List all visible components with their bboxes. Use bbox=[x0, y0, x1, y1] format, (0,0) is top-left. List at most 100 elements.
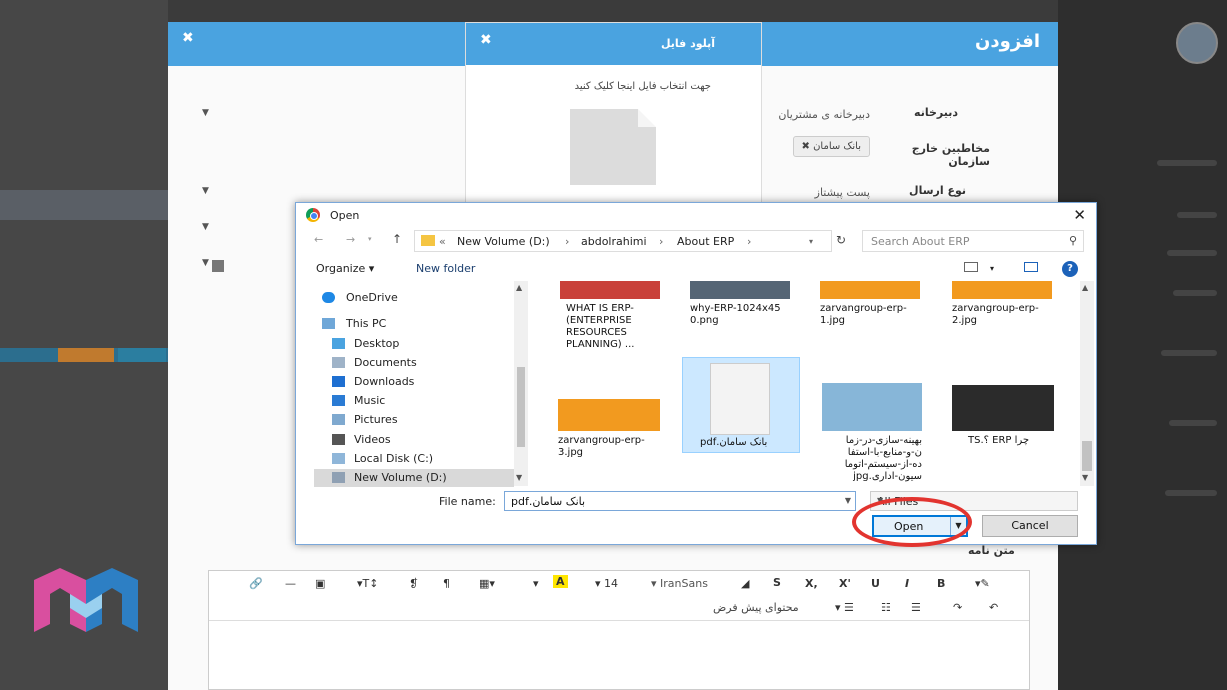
file-thumbnail bbox=[822, 383, 922, 431]
scroll-thumb[interactable] bbox=[517, 367, 525, 447]
scroll-down-icon[interactable]: ▼ bbox=[516, 473, 522, 482]
scroll-thumb[interactable] bbox=[1082, 441, 1092, 471]
nav-item-music[interactable]: Music bbox=[314, 392, 514, 410]
breadcrumb-overflow[interactable]: « bbox=[439, 235, 446, 248]
breadcrumb-item[interactable]: About ERP bbox=[677, 235, 734, 248]
nav-item-this-pc[interactable]: This PC bbox=[314, 315, 514, 333]
file-name: why-ERP-1024x45 0.png bbox=[690, 303, 781, 326]
upload-hint[interactable]: جهت انتخاب فایل اینجا کلیک کنید bbox=[575, 81, 711, 92]
brand-logo bbox=[34, 568, 138, 632]
underline-icon[interactable]: U bbox=[871, 577, 880, 590]
file-thumbnail bbox=[952, 281, 1052, 299]
close-icon[interactable]: ✕ bbox=[1073, 206, 1086, 224]
align-dropdown[interactable]: ▾ ☰ bbox=[835, 601, 854, 614]
up-arrow-icon[interactable]: ↑ bbox=[392, 232, 402, 246]
videos-icon bbox=[332, 434, 345, 445]
chevron-down-icon[interactable]: ▼ bbox=[511, 496, 851, 505]
bg-menu-line bbox=[1169, 420, 1217, 426]
list-bullet-icon[interactable]: ☰ bbox=[911, 601, 921, 614]
undo-icon[interactable]: ↶ bbox=[989, 601, 998, 614]
nav-item-videos[interactable]: Videos bbox=[314, 431, 514, 449]
organize-button[interactable]: Organize ▾ bbox=[316, 262, 374, 275]
scroll-up-icon[interactable]: ▲ bbox=[1082, 283, 1088, 292]
search-box[interactable]: Search About ERP ⚲ bbox=[862, 230, 1084, 252]
nav-label: This PC bbox=[346, 317, 387, 330]
font-size[interactable]: ▾ 14 bbox=[595, 577, 618, 590]
paragraph-style[interactable]: محتوای پیش فرض bbox=[713, 601, 799, 614]
file-name: zarvangroup-erp- 2.jpg bbox=[952, 303, 1039, 326]
bold-icon[interactable]: B bbox=[937, 577, 945, 590]
color-dropdown[interactable]: ▾ bbox=[533, 577, 539, 590]
nav-item-documents[interactable]: Documents bbox=[314, 354, 514, 372]
documents-icon bbox=[332, 357, 345, 368]
rich-text-editor[interactable]: 🔗 — ▣ ▾T↕ ❡ ¶ ▦▾ ▾ A ▾ 14 ▾ IranSans ◢ S… bbox=[208, 570, 1030, 690]
avatar bbox=[1176, 22, 1218, 64]
breadcrumb-item[interactable]: New Volume (D:) bbox=[457, 235, 550, 248]
files-scrollbar[interactable]: ▲ ▼ bbox=[1080, 281, 1094, 486]
chevron-down-icon[interactable]: ▼ bbox=[202, 258, 209, 268]
highlight-ring bbox=[852, 497, 972, 547]
nav-item-local-disk[interactable]: Local Disk (C:) bbox=[314, 450, 514, 468]
nav-item-onedrive[interactable]: OneDrive bbox=[314, 289, 514, 307]
contact-tag[interactable]: بانک سامان ✖ bbox=[792, 136, 870, 157]
search-icon[interactable]: ⚲ bbox=[1069, 234, 1077, 247]
nav-item-desktop[interactable]: Desktop bbox=[314, 335, 514, 353]
file-thumbnail bbox=[558, 399, 660, 431]
format-icon[interactable]: ❡ bbox=[409, 577, 418, 590]
scroll-up-icon[interactable]: ▲ bbox=[516, 283, 522, 292]
paragraph-icon[interactable]: ¶ bbox=[443, 577, 450, 590]
file-thumbnail bbox=[820, 281, 920, 299]
eraser-icon[interactable]: ◢ bbox=[741, 577, 749, 590]
back-arrow-icon[interactable]: ← bbox=[314, 233, 323, 246]
cancel-button[interactable]: Cancel bbox=[982, 515, 1078, 537]
bg-status-bar bbox=[0, 348, 168, 362]
chevron-down-icon[interactable]: ▼ bbox=[202, 186, 209, 196]
nav-item-pictures[interactable]: Pictures bbox=[314, 411, 514, 429]
strike-icon[interactable]: S bbox=[773, 576, 781, 589]
recent-dropdown-icon[interactable]: ▾ bbox=[368, 235, 372, 243]
bg-menu-line bbox=[1167, 250, 1217, 256]
chevron-down-icon[interactable]: ▾ bbox=[809, 237, 813, 246]
new-folder-button[interactable]: New folder bbox=[416, 262, 475, 275]
forward-arrow-icon[interactable]: → bbox=[346, 233, 355, 246]
image-icon[interactable]: ▣ bbox=[315, 577, 325, 590]
form-close-icon[interactable]: ✖ bbox=[182, 30, 194, 46]
chevron-down-icon[interactable]: ▼ bbox=[202, 108, 209, 118]
form-title: افزودن bbox=[975, 31, 1040, 52]
superscript-icon[interactable]: X' bbox=[839, 577, 851, 590]
file-thumbnail bbox=[560, 281, 660, 299]
nav-label: Music bbox=[354, 394, 386, 407]
help-icon[interactable]: ? bbox=[1062, 261, 1078, 277]
field-value[interactable]: دبیرخانه ی مشتریان bbox=[778, 108, 870, 121]
nav-item-new-volume[interactable]: New Volume (D:) bbox=[314, 469, 514, 487]
subscript-icon[interactable]: X, bbox=[805, 577, 818, 590]
list-ordered-icon[interactable]: ☷ bbox=[881, 601, 891, 614]
preview-pane-icon[interactable] bbox=[1024, 262, 1038, 272]
refresh-icon[interactable]: ↻ bbox=[836, 233, 846, 247]
upload-close-icon[interactable]: ✖ bbox=[480, 32, 492, 48]
chevron-down-icon[interactable]: ▼ bbox=[202, 222, 209, 232]
field-value[interactable]: پست پیشتاز bbox=[815, 186, 870, 199]
calendar-icon[interactable] bbox=[212, 260, 224, 272]
chevron-down-icon[interactable]: ▾ bbox=[990, 264, 994, 273]
bg-seg bbox=[118, 348, 166, 362]
view-options-icon[interactable] bbox=[964, 262, 978, 272]
bg-menu-line bbox=[1157, 160, 1217, 166]
search-input[interactable]: Search About ERP bbox=[871, 235, 970, 248]
file-name-input[interactable]: بانک سامان.pdf ▼ bbox=[504, 491, 856, 511]
hr-icon[interactable]: — bbox=[285, 577, 296, 590]
magic-icon[interactable]: ▾✎ bbox=[975, 577, 990, 590]
breadcrumb-item[interactable]: abdolrahimi bbox=[581, 235, 647, 248]
font-family[interactable]: ▾ IranSans bbox=[651, 577, 708, 590]
link-icon[interactable]: 🔗 bbox=[249, 577, 263, 590]
redo-icon[interactable]: ↷ bbox=[953, 601, 962, 614]
nav-item-downloads[interactable]: Downloads bbox=[314, 373, 514, 391]
italic-icon[interactable]: I bbox=[905, 577, 909, 590]
table-icon[interactable]: ▦▾ bbox=[479, 577, 495, 590]
highlight-icon[interactable]: A bbox=[553, 575, 568, 588]
file-icon[interactable] bbox=[570, 109, 656, 185]
scroll-down-icon[interactable]: ▼ bbox=[1082, 473, 1088, 482]
nav-scrollbar[interactable]: ▲ ▼ bbox=[514, 281, 528, 486]
address-bar[interactable]: « New Volume (D:) › abdolrahimi › About … bbox=[414, 230, 832, 252]
text-size-icon[interactable]: ▾T↕ bbox=[357, 577, 378, 590]
